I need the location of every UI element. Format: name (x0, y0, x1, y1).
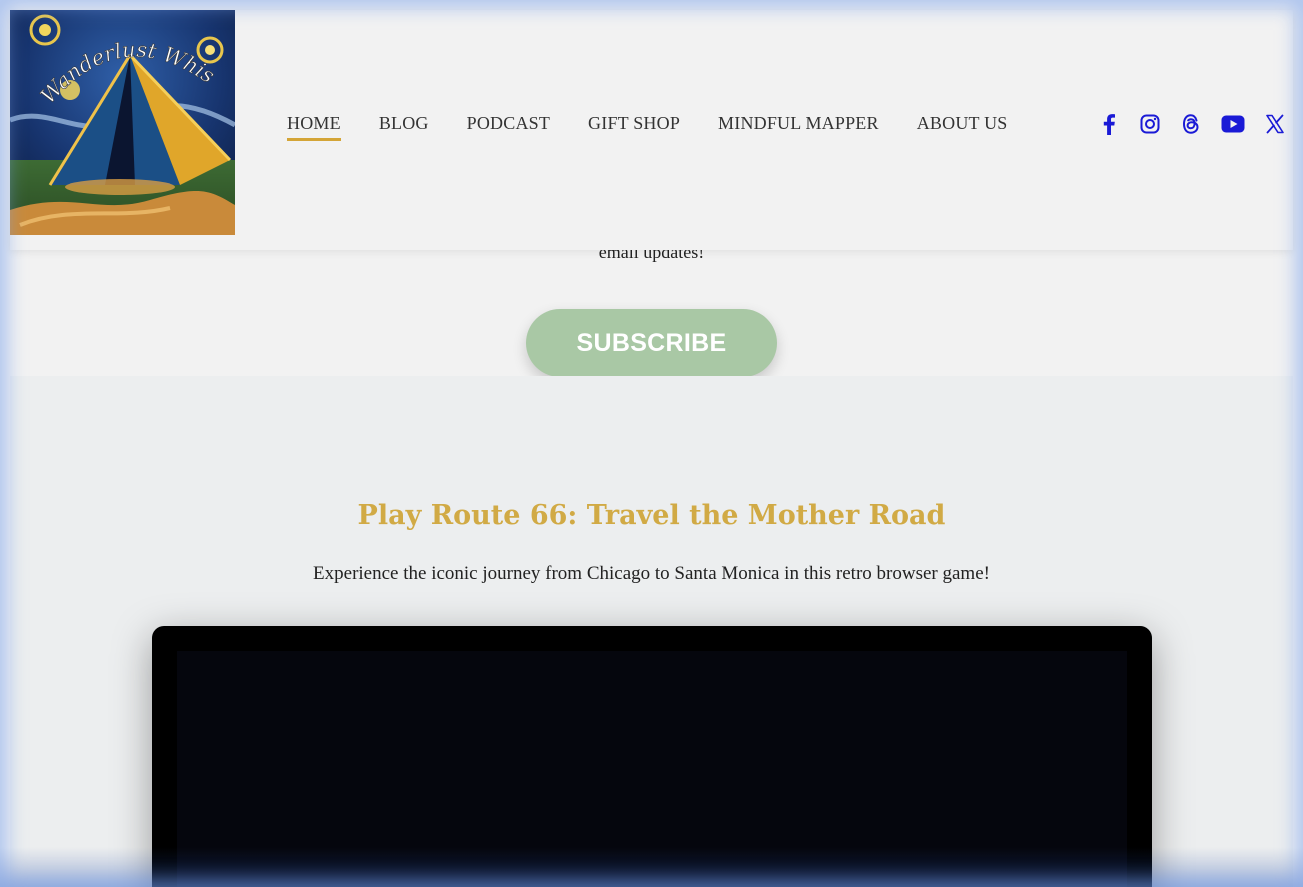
subscribe-button[interactable]: SUBSCRIBE (526, 309, 777, 377)
nav-item-gift-shop[interactable]: GIFT SHOP (588, 113, 680, 134)
threads-icon[interactable] (1180, 113, 1202, 135)
facebook-icon[interactable] (1098, 113, 1120, 135)
x-icon[interactable] (1264, 113, 1286, 135)
game-frame (152, 626, 1152, 887)
game-description: Experience the iconic journey from Chica… (313, 563, 990, 584)
game-section: Play Route 66: Travel the Mother Road Ex… (10, 376, 1293, 887)
game-title: Play Route 66: Travel the Mother Road (357, 500, 946, 531)
site-header: Wanderlust Whisperz HOME BLOG PODCAST GI… (10, 10, 1293, 250)
nav-item-blog[interactable]: BLOG (379, 113, 429, 134)
social-links (1098, 113, 1303, 135)
nav-item-home[interactable]: HOME (287, 113, 341, 141)
subscribe-section: email updates! SUBSCRIBE (10, 242, 1293, 377)
site-logo[interactable]: Wanderlust Whisperz (10, 10, 235, 235)
nav-item-mindful-mapper[interactable]: MINDFUL MAPPER (718, 113, 879, 134)
youtube-icon[interactable] (1221, 113, 1245, 135)
nav-item-podcast[interactable]: PODCAST (467, 113, 550, 134)
logo-image: Wanderlust Whisperz (10, 10, 235, 235)
instagram-icon[interactable] (1139, 113, 1161, 135)
main-nav: HOME BLOG PODCAST GIFT SHOP MINDFUL MAPP… (287, 113, 1046, 141)
nav-item-about-us[interactable]: ABOUT US (917, 113, 1008, 134)
game-canvas[interactable] (177, 651, 1127, 887)
